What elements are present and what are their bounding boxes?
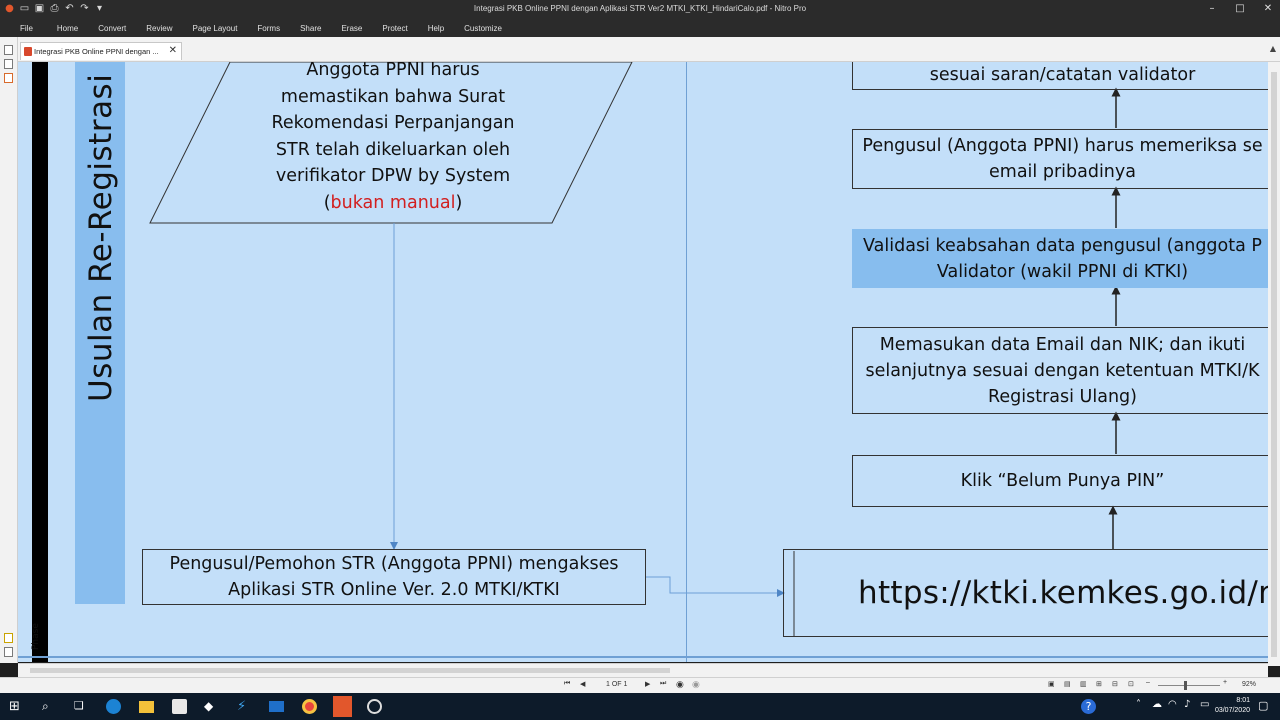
ktki-url-text: https://ktki.kemkes.go.id/re — [858, 575, 1268, 611]
dropbox-icon[interactable]: ◆ — [204, 699, 219, 714]
left-panel-toolbar — [0, 37, 18, 663]
step-memasukan-box: Memasukan data Email dan NIK; dan ikuti … — [852, 327, 1268, 414]
maximize-icon[interactable]: □ — [1234, 3, 1246, 15]
app-icon[interactable] — [367, 699, 382, 714]
pages-panel-icon[interactable] — [4, 45, 13, 55]
bukan-manual-text: bukan manual — [330, 192, 456, 213]
zoom-level[interactable]: 92% — [1242, 681, 1256, 688]
pdf-page: Phase Usulan Re-Registrasi ST Anggota PP… — [18, 62, 1268, 662]
store-icon[interactable] — [172, 699, 187, 714]
step-klik-box: Klik “Belum Punya PIN” — [852, 455, 1268, 507]
previous-view-icon[interactable]: ◉ — [676, 679, 684, 690]
scroll-up-icon[interactable]: ▲ — [1270, 44, 1276, 53]
ribbon-menu: File Home Convert Review Page Layout For… — [0, 20, 1280, 37]
horizontal-scroll-thumb[interactable] — [30, 668, 670, 673]
zoom-in-icon[interactable]: + — [1223, 679, 1227, 686]
close-icon[interactable]: ✕ — [1262, 3, 1274, 15]
zoom-slider[interactable] — [1158, 685, 1220, 686]
document-tab-bar: Integrasi PKB Online PPNI dengan ... ✕ — [18, 37, 1280, 62]
pengusul-box: Pengusul/Pemohon STR (Anggota PPNI) meng… — [142, 549, 646, 605]
actual-size-icon[interactable]: ⊡ — [1128, 680, 1134, 688]
vertical-scroll-thumb[interactable] — [1271, 72, 1277, 657]
system-clock[interactable]: 8:01 03/07/2020 — [1215, 696, 1250, 716]
wifi-icon[interactable]: ◠ — [1168, 699, 1183, 714]
tray-app-icon[interactable]: ☁ — [1152, 699, 1167, 714]
facing-view-icon[interactable]: ▥ — [1080, 680, 1087, 688]
next-view-icon[interactable]: ◉ — [692, 679, 700, 690]
document-view[interactable]: Phase Usulan Re-Registrasi ST Anggota PP… — [18, 62, 1268, 662]
bookmarks-panel-icon[interactable] — [4, 59, 13, 69]
notification-icon[interactable]: ▢ — [1258, 699, 1273, 714]
windows-taskbar: ⊞ ⌕ ❏ ◆ ⚡ ? ˄ ☁ ◠ ♪ ▭ 8:01 03/07/2020 ▢ — [0, 693, 1280, 720]
tray-chevron-icon[interactable]: ˄ — [1136, 699, 1151, 714]
document-tab[interactable]: Integrasi PKB Online PPNI dengan ... ✕ — [20, 42, 182, 60]
menu-erase[interactable]: Erase — [331, 24, 372, 33]
pdf-file-icon — [24, 47, 32, 56]
vertical-scrollbar[interactable] — [1268, 62, 1280, 666]
edge-icon[interactable] — [106, 699, 121, 714]
mail-icon[interactable] — [269, 701, 284, 712]
step-email-box: Pengusul (Anggota PPNI) harus memeriksa … — [852, 129, 1268, 189]
language-icon[interactable]: ▭ — [1200, 699, 1215, 714]
window-title: Integrasi PKB Online PPNI dengan Aplikas… — [473, 4, 807, 13]
zoom-slider-thumb[interactable] — [1184, 681, 1187, 690]
document-tab-label: Integrasi PKB Online PPNI dengan ... — [34, 47, 159, 56]
menu-page-layout[interactable]: Page Layout — [182, 24, 247, 33]
minimize-icon[interactable]: – — [1206, 3, 1218, 15]
menu-file[interactable]: File — [0, 24, 47, 33]
continuous-view-icon[interactable]: ▤ — [1064, 680, 1071, 688]
nitro-pro-icon[interactable] — [333, 696, 352, 717]
first-page-icon[interactable]: ⏮ — [564, 680, 570, 688]
close-tab-icon[interactable]: ✕ — [169, 45, 177, 56]
menu-share[interactable]: Share — [290, 24, 331, 33]
fit-width-icon[interactable]: ⊞ — [1096, 680, 1102, 688]
connector-pengusul-to-url — [645, 576, 785, 597]
window-controls: – □ ✕ — [1206, 3, 1274, 15]
attachments-panel-icon[interactable] — [4, 73, 13, 83]
volume-icon[interactable]: ♪ — [1184, 699, 1199, 714]
visual-studio-icon[interactable]: ⚡ — [237, 699, 252, 714]
output-panel-icon[interactable] — [4, 647, 13, 657]
comments-panel-icon[interactable] — [4, 633, 13, 643]
file-explorer-icon[interactable] — [139, 701, 154, 713]
last-page-icon[interactable]: ⏭ — [660, 680, 666, 688]
menu-forms[interactable]: Forms — [247, 24, 290, 33]
prev-page-icon[interactable]: ◀ — [580, 680, 585, 688]
parallelogram-text: Anggota PPNI harus memastikan bahwa Sura… — [271, 62, 515, 213]
search-icon[interactable]: ⌕ — [42, 699, 57, 714]
step-validasi-box: Validasi keabsahan data pengusul (anggot… — [852, 229, 1268, 288]
single-page-view-icon[interactable]: ▣ — [1048, 680, 1055, 688]
menu-review[interactable]: Review — [136, 24, 182, 33]
menu-protect[interactable]: Protect — [372, 24, 417, 33]
menu-customize[interactable]: Customize — [454, 24, 512, 33]
menu-home[interactable]: Home — [47, 24, 88, 33]
url-box: https://ktki.kemkes.go.id/re — [783, 549, 1268, 637]
zoom-out-icon[interactable]: – — [1146, 679, 1150, 686]
fit-page-icon[interactable]: ⊟ — [1112, 680, 1118, 688]
menu-convert[interactable]: Convert — [88, 24, 136, 33]
status-bar: ⏮ ◀ 1 OF 1 ▶ ⏭ ◉ ◉ ▣ ▤ ▥ ⊞ ⊟ ⊡ – + 92% — [0, 677, 1280, 693]
windows-start-icon[interactable]: ⊞ — [9, 699, 24, 714]
task-view-icon[interactable]: ❏ — [74, 699, 89, 714]
step-top-box: sesuai saran/catatan validator — [852, 62, 1268, 90]
help-icon[interactable]: ? — [1081, 699, 1096, 714]
page-indicator[interactable]: 1 OF 1 — [606, 681, 627, 688]
title-bar: ● ▭ ▣ ⎙ ↶ ↷ ▾ Integrasi PKB Online PPNI … — [0, 0, 1280, 20]
horizontal-scrollbar[interactable] — [18, 663, 1268, 677]
menu-help[interactable]: Help — [418, 24, 454, 33]
next-page-icon[interactable]: ▶ — [645, 680, 650, 688]
chrome-icon[interactable] — [302, 699, 317, 714]
